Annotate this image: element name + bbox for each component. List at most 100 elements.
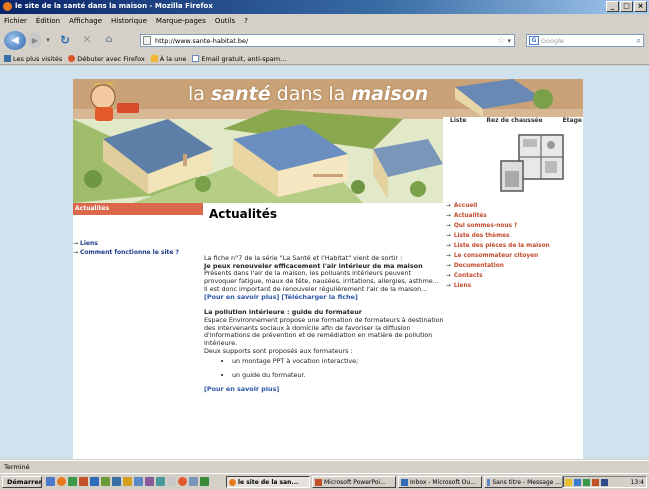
nav-liste-pieces[interactable]: → Liste des pièces de la maison xyxy=(446,243,583,249)
menu-affichage[interactable]: Affichage xyxy=(69,17,102,25)
back-button[interactable]: ◀ xyxy=(4,31,26,50)
nav-documentation[interactable]: → Documentation xyxy=(446,263,583,269)
nav-actualites[interactable]: → Actualités xyxy=(446,213,583,219)
stop-button[interactable]: ✕ xyxy=(80,31,94,48)
banner-title: la santé dans la maison xyxy=(188,83,428,105)
nav-contacts[interactable]: → Contacts xyxy=(446,273,583,279)
window-title: le site de la santé dans la maison - Moz… xyxy=(15,2,213,10)
status-bar: Terminé xyxy=(0,460,649,473)
nav-label: Contacts xyxy=(453,273,483,279)
nav-consommateur[interactable]: → Le consommateur citoyen xyxy=(446,253,583,259)
tray-icon[interactable] xyxy=(583,478,590,486)
google-icon[interactable]: G xyxy=(529,36,539,45)
nav-liens[interactable]: → Liens xyxy=(446,283,583,289)
bookmark-news[interactable]: À la une xyxy=(150,55,186,63)
nav-label: Liste des pièces de la maison xyxy=(453,243,550,249)
floor-plan-image[interactable] xyxy=(499,131,571,199)
menu-help[interactable]: ? xyxy=(244,17,248,25)
quicklaunch-icon[interactable] xyxy=(57,477,66,486)
task-outlook[interactable]: Inbox - Microsoft Ou... xyxy=(398,476,482,488)
tray-icon[interactable] xyxy=(601,478,608,486)
page-icon xyxy=(143,36,151,45)
arrow-right-icon: → xyxy=(446,283,451,289)
maximize-button[interactable]: □ xyxy=(620,1,633,12)
plan-tab-rez[interactable]: Rez de chaussée xyxy=(486,117,542,124)
arrow-right-icon: → xyxy=(446,233,451,239)
minimize-button[interactable]: _ xyxy=(606,1,619,12)
url-dropdown-icon[interactable]: ▾ xyxy=(507,37,511,45)
quicklaunch-icon[interactable] xyxy=(156,477,165,486)
quicklaunch-icon[interactable] xyxy=(200,477,209,486)
plan-tab-liste[interactable]: Liste xyxy=(450,117,466,124)
left-links: → Liens → Comment fonctionne le site ? xyxy=(73,240,179,258)
quicklaunch-icon[interactable] xyxy=(101,477,110,486)
firefox-icon xyxy=(3,2,12,11)
bookmark-most-visited[interactable]: Les plus visités xyxy=(4,55,62,63)
quicklaunch-icon[interactable] xyxy=(79,477,88,486)
start-button[interactable]: Démarrer xyxy=(2,476,42,488)
mail-icon xyxy=(487,478,491,486)
quicklaunch-icon[interactable] xyxy=(112,477,121,486)
quicklaunch-icon[interactable] xyxy=(68,477,77,486)
page-viewport: la santé dans la maison Liste Rez de cha… xyxy=(0,66,649,459)
menu-fichier[interactable]: Fichier xyxy=(4,17,27,25)
task-firefox[interactable]: le site de la san... xyxy=(226,476,310,488)
website: la santé dans la maison Liste Rez de cha… xyxy=(73,79,583,459)
bookmark-label: Débuter avec Firefox xyxy=(77,54,145,63)
task-powerpoint[interactable]: Microsoft PowerPoi... xyxy=(312,476,396,488)
quicklaunch-icon[interactable] xyxy=(46,477,55,486)
bookmark-folder-icon xyxy=(4,55,11,62)
arrow-right-icon: → xyxy=(446,213,451,219)
bookmark-email[interactable]: Email gratuit, anti-spam... xyxy=(192,55,286,63)
arrow-right-icon: → xyxy=(446,263,451,269)
tray-icon[interactable] xyxy=(574,478,581,486)
nav-liste-themes[interactable]: → Liste des thèmes xyxy=(446,233,583,239)
left-link-fonctionnement[interactable]: → Comment fonctionne le site ? xyxy=(73,249,179,256)
url-bar[interactable]: http://www.sante-habitat.be/ ☆ ▾ xyxy=(140,34,515,47)
quicklaunch-icon[interactable] xyxy=(178,477,187,486)
firefox-icon xyxy=(229,478,236,486)
left-header: Actualités xyxy=(73,203,203,215)
navigation-toolbar: ◀ ▶ ▾ ↻ ✕ ⌂ http://www.sante-habitat.be/… xyxy=(0,28,649,52)
plan-tab-etage[interactable]: Etage xyxy=(563,117,582,124)
arrow-right-icon: → xyxy=(73,249,79,256)
nav-qui-sommes-nous[interactable]: → Qui sommes-nous ? xyxy=(446,223,583,229)
reload-button[interactable]: ↻ xyxy=(58,31,72,48)
read-more-link[interactable]: [Pour en savoir plus] xyxy=(204,293,279,301)
bookmark-getting-started[interactable]: Débuter avec Firefox xyxy=(68,55,145,63)
bookmark-star-icon[interactable]: ☆ xyxy=(497,36,505,46)
task-message[interactable]: Sans titre - Message ... xyxy=(484,476,564,488)
history-dropdown-icon[interactable]: ▾ xyxy=(44,31,52,48)
left-link-liens[interactable]: → Liens xyxy=(73,240,179,247)
quicklaunch-icon[interactable] xyxy=(90,477,99,486)
download-link[interactable]: [Télécharger la fiche] xyxy=(281,293,357,301)
menu-outils[interactable]: Outils xyxy=(215,17,235,25)
quicklaunch-icon[interactable] xyxy=(134,477,143,486)
section-text-2: Deux supports sont proposés aux formateu… xyxy=(204,346,353,355)
tray-icon[interactable] xyxy=(592,478,599,486)
menu-edition[interactable]: Édition xyxy=(36,17,60,25)
page-icon xyxy=(192,55,200,62)
search-input[interactable]: Google xyxy=(541,37,637,45)
read-more-link-2[interactable]: [Pour en savoir plus] xyxy=(204,385,279,393)
floor-plan-tabs: Liste Rez de chaussée Etage xyxy=(450,117,582,124)
quicklaunch-icon[interactable] xyxy=(167,477,176,486)
nav-accueil[interactable]: → Accueil xyxy=(446,203,583,209)
menu-historique[interactable]: Historique xyxy=(111,17,147,25)
quicklaunch-icon[interactable] xyxy=(123,477,132,486)
tray-icon[interactable] xyxy=(565,478,572,486)
banner-title-part: dans la xyxy=(276,83,346,105)
bookmarks-toolbar: Les plus visités Débuter avec Firefox À … xyxy=(0,53,649,65)
banner-title-part: maison xyxy=(351,83,429,105)
home-button[interactable]: ⌂ xyxy=(101,31,117,48)
search-box[interactable]: G Google ⌕ xyxy=(526,34,644,47)
powerpoint-icon xyxy=(315,478,322,486)
list-item: un montage PPT à vocation interactive; xyxy=(232,358,444,366)
quicklaunch-icon[interactable] xyxy=(145,477,154,486)
quicklaunch-icon[interactable] xyxy=(189,477,198,486)
close-button[interactable]: × xyxy=(634,1,647,12)
forward-button[interactable]: ▶ xyxy=(28,33,42,48)
url-input[interactable]: http://www.sante-habitat.be/ xyxy=(155,37,497,45)
menu-marque-pages[interactable]: Marque-pages xyxy=(156,17,206,25)
search-icon[interactable]: ⌕ xyxy=(637,36,641,46)
